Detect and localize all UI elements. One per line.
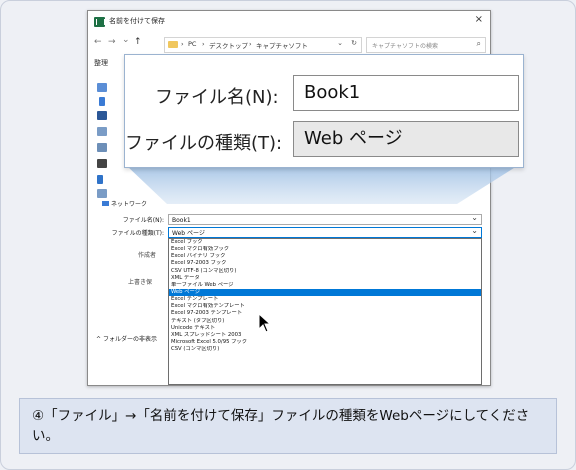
dialog-title: 名前を付けて保存 — [109, 17, 165, 25]
up-arrow-icon[interactable]: ↑ — [134, 37, 142, 47]
breadcrumb-desktop[interactable]: デスクトップ — [209, 40, 248, 50]
zoom-filename-label: ファイル名(N): — [155, 87, 279, 108]
pc-icon[interactable] — [97, 83, 107, 92]
filetype-option[interactable]: 単一ファイル Web ページ — [169, 282, 481, 289]
filetype-option[interactable]: Excel マクロ有効テンプレート — [169, 303, 481, 310]
filetype-option[interactable]: CSV (コンマ区切り) — [169, 346, 481, 353]
author-label: 作成者 — [138, 252, 157, 259]
back-arrow-icon[interactable]: ← — [94, 37, 102, 47]
zoom-funnel — [127, 166, 517, 204]
instruction-text: ④「ファイル」→「名前を付けて保存」ファイルの種類をWebページにしてください。 — [32, 408, 530, 444]
refresh-icon[interactable]: ↻ — [351, 39, 357, 47]
filetype-option[interactable]: CSV UTF-8 (コンマ区切り) — [169, 268, 481, 275]
address-chevron-icon[interactable]: ⌄ — [337, 39, 343, 47]
breadcrumb-separator: › — [202, 40, 205, 48]
search-placeholder: キャプチャソフトの検索 — [372, 43, 438, 50]
folder-icon — [168, 41, 178, 48]
overwrite-label: 上書き保 — [128, 279, 153, 286]
excel-app-icon — [94, 17, 105, 27]
recent-chevron-icon[interactable]: ⌄ — [122, 35, 130, 45]
chevron-up-icon: ^ — [96, 336, 102, 343]
network-icon — [102, 201, 109, 206]
windows-drive-icon[interactable] — [97, 189, 107, 198]
pictures-icon[interactable] — [97, 143, 107, 152]
title-bar: 名前を付けて保存 × — [88, 11, 490, 33]
zoom-filename-input: Book1 — [293, 75, 519, 111]
filetype-option[interactable]: Excel ブック — [169, 239, 481, 246]
close-icon[interactable]: × — [475, 14, 483, 25]
filetype-select[interactable]: Web ページ — [168, 225, 482, 238]
organize-button[interactable]: 整理 — [94, 58, 108, 68]
filetype-option[interactable]: XML データ — [169, 275, 481, 282]
music-icon[interactable] — [97, 175, 103, 184]
address-bar[interactable]: › PC › デスクトップ › キャプチャソフト ⌄ ↻ — [164, 37, 362, 53]
download-icon[interactable] — [99, 97, 105, 106]
forward-arrow-icon[interactable]: → — [108, 37, 116, 47]
navigation-bar: ← → ⌄ ↑ › PC › デスクトップ › キャプチャソフト ⌄ ↻ キャプ… — [88, 35, 490, 55]
filename-label: ファイル名(N): — [122, 217, 164, 224]
zoom-callout: ファイル名(N): Book1 ファイルの種類(T): Web ページ — [124, 54, 524, 168]
filetype-option[interactable]: XML スプレッドシート 2003 — [169, 332, 481, 339]
filetype-option[interactable]: テキスト (タブ区切り) — [169, 318, 481, 325]
search-input[interactable]: キャプチャソフトの検索 ⌕ — [366, 37, 486, 53]
search-icon: ⌕ — [476, 39, 481, 48]
documents-icon[interactable] — [97, 127, 107, 136]
breadcrumb-separator: › — [249, 40, 252, 48]
filetype-option[interactable]: Web ページ — [169, 288, 481, 297]
filetype-option[interactable]: Excel 97-2003 ブック — [169, 260, 481, 267]
breadcrumb-pc[interactable]: PC — [188, 40, 196, 48]
zoom-filetype-select: Web ページ — [293, 121, 519, 157]
filetype-option[interactable]: Excel テンプレート — [169, 296, 481, 303]
filetype-option[interactable]: Microsoft Excel 5.0/95 ブック — [169, 339, 481, 346]
filename-input[interactable]: Book1 — [168, 212, 482, 225]
zoom-filetype-label: ファイルの種類(T): — [125, 133, 283, 154]
hide-folders-label: フォルダーの非表示 — [102, 336, 157, 343]
filetype-option[interactable]: Excel バイナリ ブック — [169, 253, 481, 260]
filetype-dropdown-list[interactable]: Excel ブック Excel マクロ有効ブック Excel バイナリ ブック Exc… — [168, 238, 482, 385]
filetype-option[interactable]: Excel マクロ有効ブック — [169, 246, 481, 253]
filetype-option[interactable]: Excel 97-2003 テンプレート — [169, 310, 481, 317]
breadcrumb-separator: › — [181, 40, 184, 48]
filetype-label: ファイルの種類(T): — [111, 230, 164, 237]
hide-folders-button[interactable]: ^ フォルダーの非表示 — [96, 334, 157, 343]
breadcrumb-capture-software[interactable]: キャプチャソフト — [256, 40, 308, 50]
instruction-banner: ④「ファイル」→「名前を付けて保存」ファイルの種類をWebページにしてください。 — [19, 398, 557, 454]
mouse-cursor-icon — [258, 313, 272, 333]
video-icon[interactable] — [97, 159, 107, 168]
desktop-icon[interactable] — [97, 111, 107, 120]
filetype-option[interactable]: Unicode テキスト — [169, 325, 481, 332]
